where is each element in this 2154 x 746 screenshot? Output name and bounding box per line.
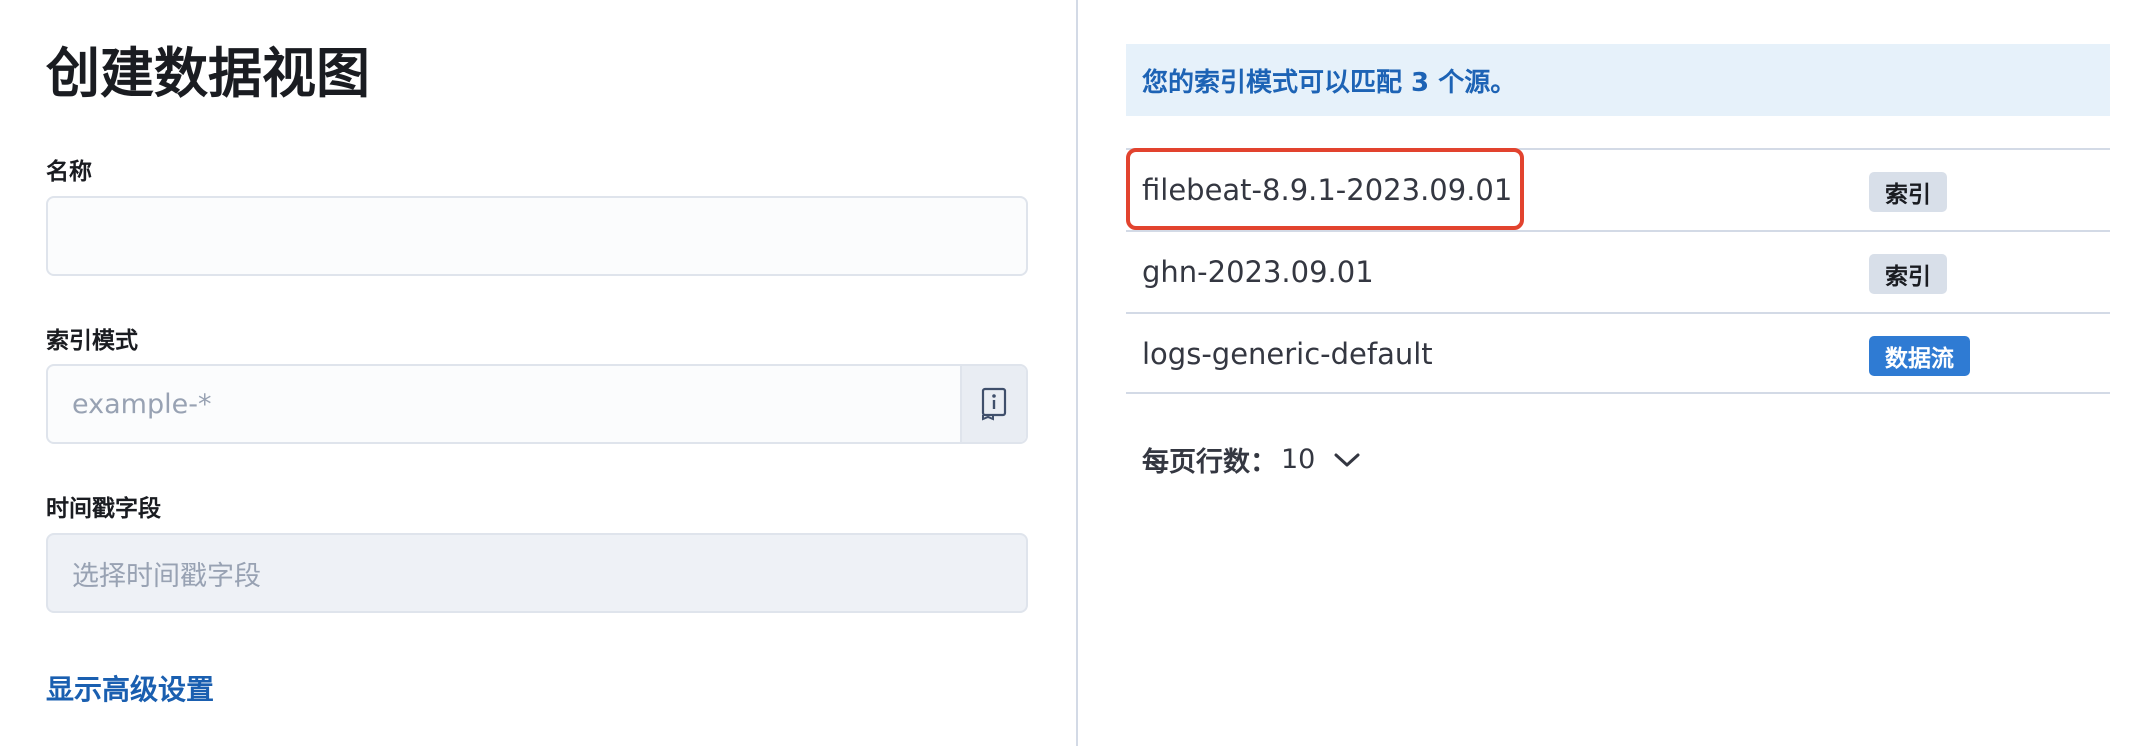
source-type-badge: 数据流 — [1869, 336, 1970, 376]
source-type-badge: 索引 — [1869, 172, 1947, 212]
sources-table: filebeat-8.9.1-2023.09.01 索引 ghn-2023.09… — [1126, 148, 2110, 394]
timestamp-label: 时间戳字段 — [46, 496, 161, 522]
table-row: filebeat-8.9.1-2023.09.01 索引 — [1126, 148, 2110, 230]
book-info-icon — [981, 387, 1007, 421]
name-input[interactable] — [48, 198, 1026, 274]
panel-divider — [1076, 0, 1078, 746]
table-row: ghn-2023.09.01 索引 — [1126, 230, 2110, 312]
match-callout: 您的索引模式可以匹配 3 个源。 — [1126, 44, 2110, 116]
show-advanced-settings-link[interactable]: 显示高级设置 — [46, 672, 214, 708]
name-label: 名称 — [46, 159, 92, 185]
rows-per-page-label: 每页行数： — [1142, 447, 1277, 478]
page-title: 创建数据视图 — [46, 42, 370, 105]
index-pattern-help-button[interactable] — [960, 366, 1026, 442]
data-view-form: 创建数据视图 名称 索引模式 时间戳字段 选择时间戳字段 显示高级设置 — [0, 0, 1076, 746]
index-pattern-field-wrapper — [46, 364, 1028, 444]
chevron-down-icon — [1333, 451, 1361, 469]
match-callout-text: 您的索引模式可以匹配 3 个源。 — [1142, 67, 1517, 98]
table-row: logs-generic-default 数据流 — [1126, 312, 2110, 394]
source-name: ghn-2023.09.01 — [1142, 255, 1374, 289]
source-name: logs-generic-default — [1142, 337, 1433, 371]
rows-per-page-selector[interactable]: 每页行数： 10 — [1142, 440, 1361, 479]
timestamp-placeholder: 选择时间戳字段 — [72, 560, 261, 592]
source-type-badge: 索引 — [1869, 254, 1947, 294]
source-name: filebeat-8.9.1-2023.09.01 — [1142, 173, 1513, 207]
index-pattern-label: 索引模式 — [46, 328, 138, 354]
name-field-wrapper — [46, 196, 1028, 276]
create-data-view-page: 创建数据视图 名称 索引模式 时间戳字段 选择时间戳字段 显示高级设置 — [0, 0, 2154, 746]
timestamp-select[interactable]: 选择时间戳字段 — [46, 533, 1028, 613]
index-pattern-input[interactable] — [48, 366, 962, 442]
rows-per-page-value: 10 — [1281, 444, 1316, 475]
